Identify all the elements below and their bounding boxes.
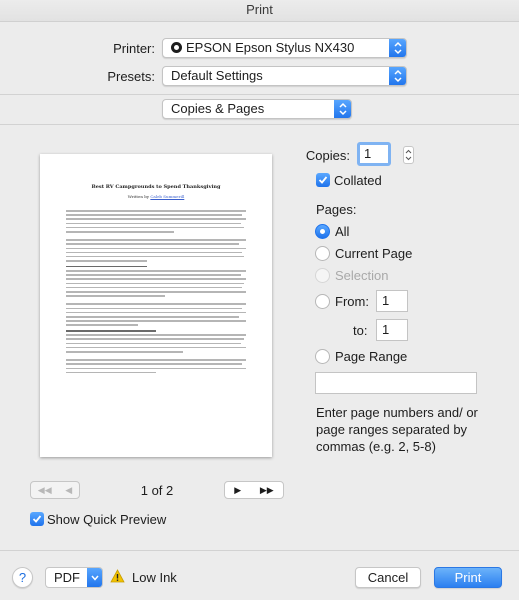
presets-label: Presets: — [107, 69, 155, 84]
preview-nav-forward-group: ▶ ▶▶ — [224, 481, 284, 499]
page-range-input[interactable] — [315, 372, 477, 394]
previous-page-icon: ◀ — [65, 484, 73, 495]
quick-preview-checkbox[interactable] — [30, 512, 44, 526]
pages-to-input[interactable]: 1 — [376, 319, 408, 341]
window-titlebar: Print — [0, 0, 519, 22]
pages-from-label: From: — [335, 294, 369, 309]
pages-current-label: Current Page — [335, 246, 413, 261]
collated-checkbox[interactable] — [316, 173, 330, 187]
checkmark-icon — [318, 176, 328, 184]
last-page-button[interactable]: ▶▶ — [260, 485, 274, 496]
printer-value: EPSON Epson Stylus NX430 — [186, 40, 355, 55]
preview-doc-byline: Written by Caleb Summerill — [40, 194, 272, 199]
pages-all-label: All — [335, 224, 350, 239]
updown-chevron-icon — [389, 39, 406, 57]
copies-label: Copies: — [305, 148, 350, 163]
updown-chevron-icon — [389, 67, 406, 85]
separator — [0, 550, 519, 551]
preview-byline-author: Caleb Summerill — [150, 194, 185, 199]
pages-to-label: to: — [353, 323, 368, 338]
pages-selection-radio — [315, 268, 330, 283]
warning-icon — [110, 569, 125, 586]
pages-from-radio[interactable] — [315, 294, 330, 309]
pages-selection-label: Selection — [335, 268, 389, 283]
updown-chevron-icon — [334, 100, 351, 118]
preview-nav-back-group: ◀◀ ◀ — [30, 481, 80, 499]
pages-label: Pages: — [316, 202, 357, 217]
presets-value: Default Settings — [171, 68, 263, 83]
preview-doc-title: Best RV Campgrounds to Spend Thanksgivin… — [91, 184, 221, 190]
chevron-down-icon — [87, 568, 102, 587]
section-popup[interactable]: Copies & Pages — [162, 99, 352, 119]
page-range-hint: Enter page numbers and/ or page ranges s… — [316, 405, 478, 454]
pages-from-input[interactable]: 1 — [376, 290, 408, 312]
help-button[interactable]: ? — [12, 567, 33, 588]
presets-popup[interactable]: Default Settings — [162, 66, 407, 86]
copies-stepper[interactable] — [403, 146, 414, 164]
pages-current-radio[interactable] — [315, 246, 330, 261]
checkmark-icon — [32, 515, 42, 523]
separator — [0, 94, 519, 95]
preview-byline-prefix: Written by — [127, 194, 150, 199]
print-preview-page: Best RV Campgrounds to Spend Thanksgivin… — [40, 154, 272, 457]
next-page-button[interactable]: ▶ — [234, 485, 241, 496]
pages-range-radio[interactable] — [315, 349, 330, 364]
preview-doc-body — [66, 210, 246, 376]
low-ink-label: Low Ink — [132, 570, 177, 585]
copies-input[interactable]: 1 — [357, 142, 391, 166]
stepper-arrows-icon — [405, 149, 412, 161]
cancel-button[interactable]: Cancel — [355, 567, 421, 588]
print-button[interactable]: Print — [434, 567, 502, 588]
printer-status-icon — [171, 42, 182, 53]
separator — [0, 124, 519, 125]
first-page-icon: ◀◀ — [37, 484, 52, 495]
pdf-label: PDF — [54, 570, 80, 585]
page-indicator: 1 of 2 — [140, 483, 174, 498]
window-title: Print — [246, 2, 273, 17]
pdf-menu-button[interactable]: PDF — [45, 567, 103, 588]
printer-label: Printer: — [113, 41, 155, 56]
printer-popup[interactable]: EPSON Epson Stylus NX430 — [162, 38, 407, 58]
quick-preview-label: Show Quick Preview — [47, 512, 167, 527]
section-value: Copies & Pages — [171, 101, 265, 116]
pages-all-radio[interactable] — [315, 224, 330, 239]
pages-range-label: Page Range — [335, 349, 408, 364]
collated-label: Collated — [334, 173, 382, 188]
